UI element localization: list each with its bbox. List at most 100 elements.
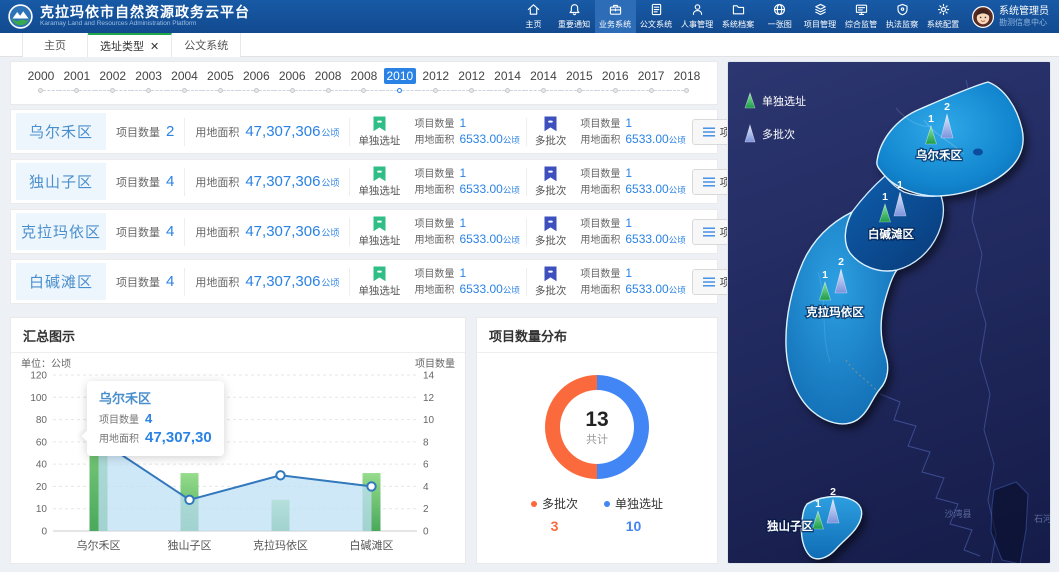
x-category-label: 白碱滩区 [350,538,394,552]
year-dot[interactable] [346,88,382,93]
nav-item-folder[interactable]: 系统档案 [718,0,759,33]
year-dot[interactable] [202,88,238,93]
multi-batch-stats: 项目数量1 用地面积6533.00公顷 [574,266,691,298]
line-point-白碱滩区[interactable] [367,482,375,490]
district-project-count: 项目数量4 [106,223,184,240]
year-item-2008[interactable]: 2008 [310,67,346,85]
year-item-2006[interactable]: 2006 [238,67,274,85]
year-label: 2002 [96,68,129,84]
year-dot[interactable] [382,88,418,93]
svg-text:1: 1 [815,498,821,510]
district-land-area: 用地面积47,307,306公顷 [185,273,349,290]
user-menu[interactable]: 系统管理员 勘测信息中心 [964,6,1059,28]
year-dot[interactable] [23,88,59,93]
year-label: 2014 [491,68,524,84]
nav-item-gear[interactable]: 系统配置 [923,0,964,33]
year-dot[interactable] [167,88,203,93]
single-site-stats: 项目数量1 用地面积6533.00公顷 [408,116,525,148]
tab-公文系统[interactable]: 公文系统 [172,33,241,57]
year-item-2016[interactable]: 2016 [597,67,633,85]
gear-icon [936,3,951,17]
tab-选址类型[interactable]: 选址类型✕ [88,33,172,57]
tab-close-icon[interactable]: ✕ [150,40,159,53]
multi-batch-flag-icon [544,216,557,232]
district-row-克拉玛依区: 克拉玛依区 项目数量4 用地面积47,307,306公顷 单独选址 项目数量1 … [10,209,718,254]
nav-item-shield[interactable]: 执法监察 [882,0,923,33]
year-dot[interactable] [490,88,526,93]
single-site-flag-icon [373,166,386,182]
year-timeline: 2000200120022003200420052006200620082008… [10,61,718,105]
nav-item-globe[interactable]: 一张图 [759,0,800,33]
year-item-2000[interactable]: 2000 [23,67,59,85]
tooltip-area-value: 47,307,30 [145,429,212,446]
legend-item-多批次[interactable]: 多批次3 [531,495,578,534]
nav-item-document[interactable]: 公文系统 [636,0,677,33]
nav-item-user[interactable]: 人事管理 [677,0,718,33]
year-dot[interactable] [95,88,131,93]
svg-text:60: 60 [36,437,48,448]
map-region-shihezi [991,482,1028,564]
nav-item-label: 系统档案 [722,18,754,29]
year-label: 2015 [563,68,596,84]
nav-item-briefcase[interactable]: 业务系统 [595,0,636,33]
year-item-2014[interactable]: 2014 [525,67,561,85]
year-item-2001[interactable]: 2001 [59,67,95,85]
line-point-克拉玛依区[interactable] [276,471,284,479]
year-item-2008[interactable]: 2008 [346,67,382,85]
year-dot[interactable] [597,88,633,93]
year-dot[interactable] [561,88,597,93]
year-item-2018[interactable]: 2018 [669,67,705,85]
distribution-title: 项目数量分布 [477,318,717,353]
year-item-2005[interactable]: 2005 [202,67,238,85]
year-dot[interactable] [418,88,454,93]
multi-batch-column: 多批次 [527,266,575,298]
year-dot[interactable] [274,88,310,93]
x-category-label: 独山子区 [168,539,212,552]
year-item-2017[interactable]: 2017 [633,67,669,85]
line-point-独山子区[interactable] [185,496,193,504]
year-item-2015[interactable]: 2015 [561,67,597,85]
year-dot[interactable] [131,88,167,93]
tab-主页[interactable]: 主页 [22,33,88,57]
right-axis-label: 项目数量 [415,357,455,370]
year-label: 2000 [25,68,58,84]
year-label: 2003 [132,68,165,84]
year-dot[interactable] [59,88,95,93]
year-dot[interactable] [454,88,490,93]
year-item-2012[interactable]: 2012 [454,67,490,85]
year-label: 2012 [419,68,452,84]
single-site-flag-icon [373,266,386,282]
year-dot[interactable] [525,88,561,93]
district-project-count: 项目数量4 [106,273,184,290]
year-item-2010[interactable]: 2010 [382,67,418,85]
district-name: 白碱滩区 [16,263,106,300]
year-label: 2004 [168,68,201,84]
year-item-2004[interactable]: 2004 [167,67,203,85]
year-item-2006[interactable]: 2006 [274,67,310,85]
svg-text:2: 2 [830,486,836,498]
district-name: 克拉玛依区 [16,213,106,250]
year-item-2014[interactable]: 2014 [490,67,526,85]
year-dot[interactable] [238,88,274,93]
svg-text:0: 0 [423,527,429,538]
year-dot[interactable] [633,88,669,93]
nav-item-bell[interactable]: 重要通知 [554,0,595,33]
svg-text:12: 12 [423,393,435,404]
nav-item-label: 综合监管 [845,18,877,29]
tooltip-count-value: 4 [145,410,152,427]
year-dot[interactable] [310,88,346,93]
svg-text:40: 40 [36,460,48,471]
year-dot[interactable] [669,88,705,93]
nav-item-home[interactable]: 主页 [513,0,554,33]
year-item-2003[interactable]: 2003 [131,67,167,85]
legend-item-单独选址[interactable]: 单独选址10 [604,495,663,534]
legend-multi-cone-icon[interactable] [745,125,755,142]
legend-single-cone-icon[interactable] [745,93,755,108]
year-item-2012[interactable]: 2012 [418,67,454,85]
nav-item-layers[interactable]: 项目管理 [800,0,841,33]
svg-text:1: 1 [822,269,828,281]
nav-item-monitor[interactable]: 综合监管 [841,0,882,33]
year-item-2002[interactable]: 2002 [95,67,131,85]
svg-text:石河子: 石河子 [1034,513,1051,524]
globe-icon [772,3,787,17]
